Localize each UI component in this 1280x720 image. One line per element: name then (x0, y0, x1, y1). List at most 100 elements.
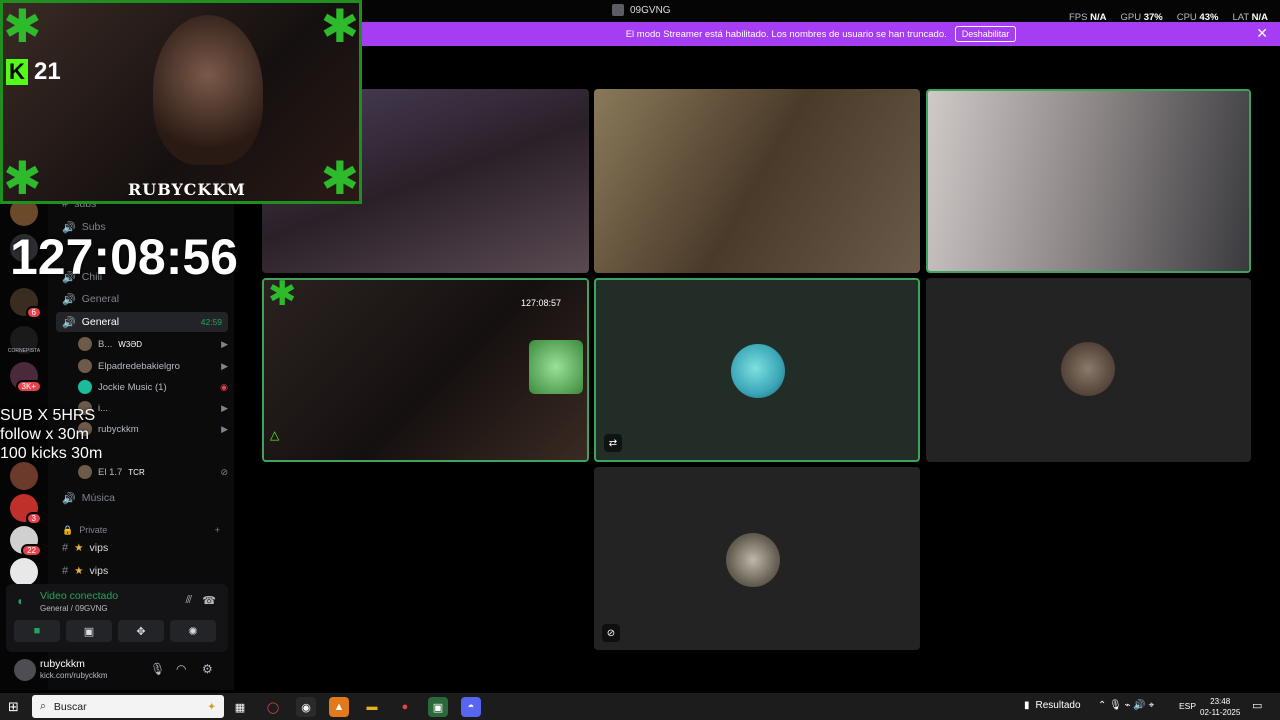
close-icon[interactable]: ✕ (1256, 25, 1268, 42)
avatar (78, 465, 92, 479)
tray-icons[interactable]: ⌃ 🎙 ⌁ 🔊 ⌖ (1098, 700, 1154, 711)
muted-camera-icon[interactable]: ⊘ (602, 624, 620, 642)
task-view-icon[interactable]: ▦ (230, 697, 250, 717)
channel-label: General (81, 316, 120, 328)
channel-general-active[interactable]: 🔊 General 42:59 (56, 312, 228, 332)
screen-share-button[interactable]: ▣ (66, 620, 112, 642)
windows-start-icon[interactable]: ⊞ (8, 699, 19, 715)
channel-label: vips (89, 565, 109, 577)
server-icon[interactable]: 3K+ (10, 362, 42, 393)
taskbar-search[interactable]: ⌕ Buscar ✦ (32, 695, 224, 718)
app-icon[interactable]: ▲ (329, 697, 349, 717)
channel-timer: 42:59 (200, 317, 222, 327)
user-name: El 1.7 (98, 466, 123, 478)
windows-taskbar: ⊞ ⌕ Buscar ✦ ▦ ◯ ◉ ▲ ▬ ● ▣ ◓ ▮ Resultado… (0, 693, 1280, 720)
speaker-icon: 🔊 (62, 293, 76, 306)
server-icon[interactable]: 6 (10, 288, 42, 319)
window-title-text: 09GVNG (630, 4, 671, 16)
clock-date: 02-11-2025 (1200, 708, 1241, 717)
channel-general-1[interactable]: 🔊 General (56, 289, 228, 309)
microphone-icon[interactable]: 🎙 (150, 662, 165, 676)
voice-user[interactable]: i... ▶ (78, 399, 228, 417)
sports-widget[interactable]: ▮ Resultado (1024, 700, 1081, 711)
leaf-decoration: ✱ (320, 0, 359, 52)
kick-count: 21 (34, 58, 61, 85)
activities-button[interactable]: ✥ (118, 620, 164, 642)
voice-user[interactable]: El 1.7 TCR ⊘ (78, 463, 228, 481)
streamer-mode-banner: El modo Streamer está habilitado. Los no… (362, 22, 1280, 46)
streamer-brand: RUBYCKKM (128, 180, 246, 199)
store-icon[interactable]: ▣ (428, 697, 448, 717)
headphones-icon[interactable]: ◠ (176, 662, 186, 676)
stream-icon: ◉ (220, 381, 228, 392)
voice-user[interactable]: rubyckkm ▶ (78, 420, 228, 438)
voice-user[interactable]: Jockie Music (1) ◉ (78, 378, 228, 396)
camera-button[interactable]: ■ (14, 620, 60, 642)
banner-text: El modo Streamer está habilitado. Los no… (625, 28, 947, 40)
stream-tile-speaking[interactable]: ✱ 127:08:57 △ (262, 278, 589, 462)
video-tile-speaking[interactable]: ⇄ (594, 278, 920, 462)
clock[interactable]: 23:48 02-11-2025 (1200, 696, 1240, 718)
camera-icon: ▶ (221, 338, 228, 349)
goal-line: 100 kicks 30m (0, 445, 103, 462)
server-icon[interactable]: 3 (10, 494, 42, 525)
video-feed (594, 89, 920, 273)
server-icon[interactable] (10, 558, 38, 586)
soundboard-button[interactable]: ✺ (170, 620, 216, 642)
notification-icon[interactable]: ▭ (1252, 699, 1262, 712)
leaf-decoration: ✱ (320, 152, 359, 204)
channel-vips-2[interactable]: # ★ vips (56, 561, 228, 581)
video-tile[interactable] (594, 89, 920, 273)
voice-user[interactable]: B... W3ƏD ▶ (78, 335, 228, 353)
video-tile[interactable]: ⊘ (594, 467, 920, 650)
disable-streamer-button[interactable]: Deshabilitar (954, 26, 1017, 42)
user-tag: W3ƏD (118, 339, 143, 349)
speaker-icon: 🔊 (62, 316, 76, 329)
video-tile-speaking[interactable] (926, 89, 1251, 273)
add-channel-icon[interactable]: + (215, 525, 220, 535)
user-tag: TCR (128, 467, 145, 477)
video-tile[interactable] (926, 278, 1251, 462)
avatar (78, 380, 92, 394)
result-label: Resultado (1035, 700, 1081, 711)
lock-icon: 🔒 (62, 524, 74, 535)
user-bar: rubyckkm kick.com/rubyckkm 🎙 ◠ ⚙ (6, 654, 228, 688)
channel-label: General (81, 293, 120, 305)
speaker-icon: 🔊 (62, 492, 76, 505)
gear-icon[interactable]: ⚙ (202, 662, 213, 676)
voice-user[interactable]: Elpadredebakielgro ▶ (78, 357, 228, 375)
server-icon[interactable]: CORNEPISTA (8, 326, 40, 354)
user-name: B... (98, 338, 113, 350)
opera-icon[interactable]: ◯ (263, 697, 283, 717)
app-icon[interactable]: ● (395, 697, 415, 717)
server-label: CORNEPISTA (7, 348, 41, 354)
subathon-timer: 127:08:56 (10, 229, 238, 285)
search-placeholder: Buscar (53, 700, 87, 713)
avatar[interactable] (14, 659, 36, 681)
notification-badge: 3K+ (15, 380, 42, 393)
disconnect-icon[interactable]: ☎ (202, 594, 216, 607)
server-icon (612, 4, 624, 16)
category-private[interactable]: 🔒 Private + (56, 520, 228, 540)
camera-icon: ▶ (221, 423, 228, 434)
server-icon[interactable]: 22 (10, 526, 42, 557)
user-status: kick.com/rubyckkm (40, 671, 108, 680)
channel-vips-1[interactable]: # ★ vips (56, 538, 228, 558)
leaf-decoration: ✱ (268, 278, 297, 313)
language-indicator[interactable]: ESP (1179, 701, 1196, 711)
folder-icon[interactable]: ▬ (362, 697, 382, 717)
discord-icon[interactable]: ◓ (461, 697, 481, 717)
noise-suppression-icon[interactable]: ⫻ (185, 594, 192, 607)
stream-icon[interactable]: ⇄ (604, 434, 622, 452)
server-icon[interactable] (10, 462, 38, 490)
camera-icon: ▶ (221, 360, 228, 371)
channel-musica[interactable]: 🔊 Música (56, 488, 228, 508)
voice-location: General / 09GVNG (40, 604, 108, 613)
signal-icon: ◖ (16, 594, 24, 608)
kick-viewers-badge: K 21 (6, 58, 61, 86)
obs-icon[interactable]: ◉ (296, 697, 316, 717)
leaf-decoration: ✱ (3, 152, 42, 204)
voice-status: Video conectado (40, 590, 119, 602)
streamer-webcam-overlay: ✱ ✱ ✱ ✱ (0, 0, 362, 204)
search-icon: ⌕ (40, 700, 46, 712)
